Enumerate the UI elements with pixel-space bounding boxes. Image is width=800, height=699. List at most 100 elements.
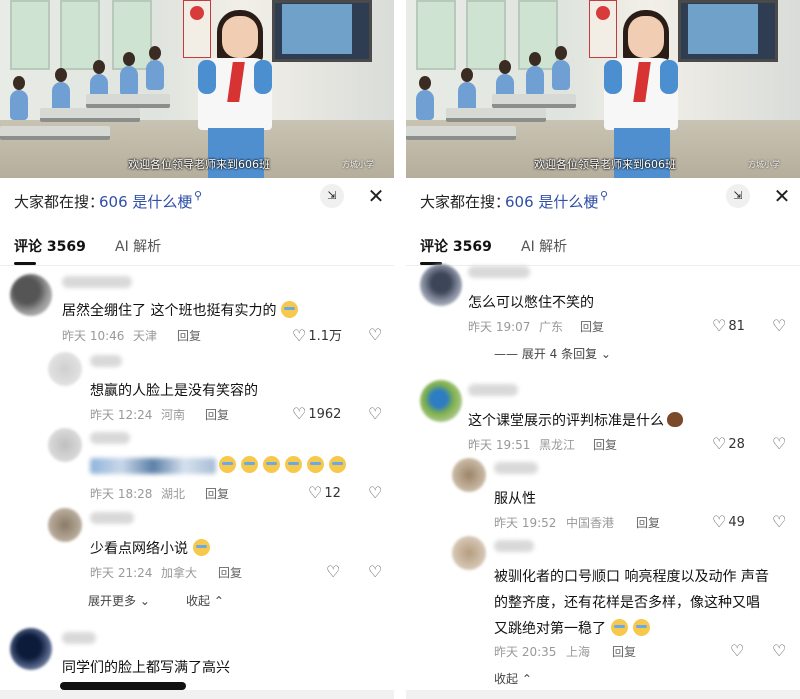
username[interactable] [494,540,534,552]
search-query-link[interactable]: 606 是什么梗 [99,191,192,212]
reply-button[interactable]: 回复 [580,318,604,335]
crying-emoji-icon [329,456,346,473]
active-tab-indicator [14,262,36,265]
search-query-link[interactable]: 606 是什么梗 [505,191,598,212]
video-player[interactable]: 欢迎各位领导老师来到606班 方城小学 [0,0,394,178]
username[interactable] [494,462,538,474]
reply-button[interactable]: 回复 [218,564,242,581]
broken-heart-icon[interactable]: ♡ [368,404,382,423]
comment-location: 加拿大 [161,566,198,580]
broken-heart-icon[interactable]: ♡ [772,641,786,660]
comment-text: 少看点网络小说 [90,538,210,558]
desk [0,126,110,140]
presenter-face [222,16,258,58]
username[interactable] [62,632,96,644]
search-prefix: 大家都在搜： [420,193,511,211]
broken-heart-icon[interactable]: ♡ [368,325,382,344]
heart-outline-icon: ♡ [326,562,341,581]
like-button[interactable]: ♡ 1962 [292,404,341,423]
comment-location: 上海 [566,645,591,659]
heart-outline-icon: ♡ [292,326,307,345]
reply-divider-line: —— [494,347,518,361]
poster-emblem [190,6,204,20]
username[interactable] [90,355,122,367]
like-button[interactable]: ♡ 81 [712,316,745,335]
avatar[interactable] [452,536,486,570]
username[interactable] [468,266,530,278]
tab-comments[interactable]: 评论 3569 [14,236,86,256]
crying-emoji-icon [285,456,302,473]
expand-icon[interactable]: ⇲ [726,184,750,208]
collapse-replies[interactable]: 收起 ⌃ [186,592,224,609]
expand-icon[interactable]: ⇲ [320,184,344,208]
broken-heart-icon[interactable]: ♡ [368,562,382,581]
tab-comments[interactable]: 评论 3569 [420,236,492,256]
broken-heart-icon[interactable]: ♡ [772,512,786,531]
presenter-sleeve [604,60,622,94]
like-button[interactable]: ♡ [730,641,746,660]
expand-replies[interactable]: —— 展开 4 条回复 ⌄ [494,345,611,362]
avatar[interactable] [420,264,462,306]
username[interactable] [62,276,132,288]
broken-heart-icon[interactable]: ♡ [368,483,382,502]
video-progress-strip [60,682,186,690]
reply-button[interactable]: 回复 [612,643,636,660]
video-caption: 欢迎各位领导老师来到606班 [128,158,270,171]
close-icon[interactable]: ✕ [770,184,794,208]
comment-input-bar[interactable] [406,690,800,699]
like-button[interactable]: ♡ 49 [712,512,745,531]
tab-ai-analysis[interactable]: AI 解析 [115,236,161,256]
tab-ai-analysis[interactable]: AI 解析 [521,236,567,256]
avatar[interactable] [48,352,82,386]
comment-text-line: 又跳绝对第一稳了 [494,618,650,638]
comment-text: 服从性 [494,491,536,507]
comment-location: 黑龙江 [539,438,576,452]
username[interactable] [468,384,518,396]
poster-emblem [596,6,610,20]
broken-heart-icon[interactable]: ♡ [772,434,786,453]
avatar[interactable] [48,428,82,462]
broken-heart-icon[interactable]: ♡ [772,316,786,335]
right-screenshot-panel: 欢迎各位领导老师来到606班 方城小学 大家都在搜： 606 是什么梗 ⚲ ⇲ … [406,0,800,699]
comment-time: 昨天 10:46 [62,329,125,343]
like-button[interactable]: ♡ 1.1万 [292,325,342,345]
crying-emoji-icon [219,456,236,473]
reply-button[interactable]: 回复 [593,436,617,453]
avatar[interactable] [10,274,52,316]
reply-button[interactable]: 回复 [205,485,229,502]
close-icon[interactable]: ✕ [364,184,388,208]
username[interactable] [90,512,134,524]
collapse-replies[interactable]: 收起 ⌃ [494,670,532,687]
comment-input-bar[interactable] [0,690,394,699]
reply-button[interactable]: 回复 [205,406,229,423]
like-count: 1.1万 [308,329,343,344]
presenter-sleeve [660,60,678,94]
like-count: 28 [728,437,745,452]
avatar[interactable] [452,458,486,492]
like-button[interactable]: ♡ 12 [308,483,341,502]
heart-outline-icon: ♡ [308,483,323,502]
avatar[interactable] [10,628,52,670]
crying-emoji-icon [193,539,210,556]
username[interactable] [90,432,130,444]
comment-location: 天津 [133,329,158,343]
crying-emoji-icon [307,456,324,473]
avatar[interactable] [48,508,82,542]
like-button[interactable]: ♡ [326,562,342,581]
video-player[interactable]: 欢迎各位领导老师来到606班 方城小学 [406,0,800,178]
student [416,76,434,120]
search-prefix: 大家都在搜： [14,193,105,211]
reply-button[interactable]: 回复 [177,327,201,344]
like-count: 81 [728,319,745,334]
reply-button[interactable]: 回复 [636,514,660,531]
comment-time: 昨天 20:35 [494,645,557,659]
expand-more-replies[interactable]: 展开更多 ⌄ [88,592,150,609]
like-button[interactable]: ♡ 28 [712,434,745,453]
chevron-down-icon: ⌄ [600,347,611,361]
comment-text: 这个课堂展示的评判标准是什么 [468,410,683,430]
avatar[interactable] [420,380,462,422]
like-count: 12 [324,486,341,501]
video-watermark: 方城小学 [342,160,374,169]
classroom-window [60,0,100,70]
like-count: 1962 [308,407,342,422]
